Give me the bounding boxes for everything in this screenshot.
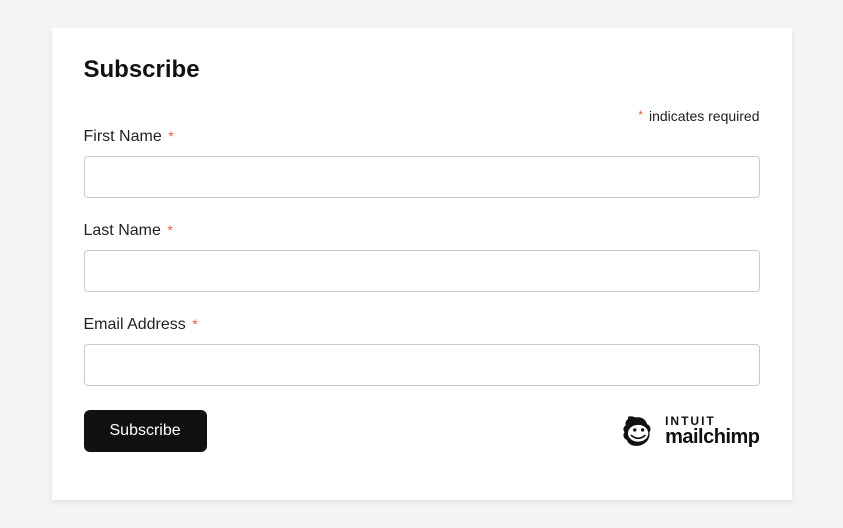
subscribe-button[interactable]: Subscribe bbox=[84, 410, 207, 452]
asterisk-icon: * bbox=[192, 316, 197, 332]
mailchimp-brand[interactable]: INTUIT mailchimp bbox=[619, 413, 759, 449]
brand-text: INTUIT mailchimp bbox=[665, 415, 759, 447]
subscribe-card: Subscribe * indicates required First Nam… bbox=[52, 28, 792, 500]
first-name-label-text: First Name bbox=[84, 128, 162, 145]
email-input[interactable] bbox=[84, 344, 760, 386]
page-title: Subscribe bbox=[84, 56, 760, 84]
first-name-group: First Name * bbox=[84, 128, 760, 198]
email-group: Email Address * bbox=[84, 316, 760, 386]
last-name-label-text: Last Name bbox=[84, 222, 161, 239]
asterisk-icon: * bbox=[167, 222, 172, 238]
brand-bottom-text: mailchimp bbox=[665, 427, 759, 447]
required-indicator-note: * indicates required bbox=[84, 108, 760, 124]
first-name-input[interactable] bbox=[84, 156, 760, 198]
mailchimp-monkey-icon bbox=[619, 413, 655, 449]
email-label-text: Email Address bbox=[84, 316, 186, 333]
last-name-group: Last Name * bbox=[84, 222, 760, 292]
last-name-label: Last Name * bbox=[84, 222, 173, 240]
email-label: Email Address * bbox=[84, 316, 198, 334]
required-note-text: indicates required bbox=[649, 108, 760, 124]
asterisk-icon: * bbox=[168, 128, 173, 144]
first-name-label: First Name * bbox=[84, 128, 174, 146]
asterisk-icon: * bbox=[638, 108, 643, 122]
last-name-input[interactable] bbox=[84, 250, 760, 292]
form-footer: Subscribe INTUIT mailchimp bbox=[84, 410, 760, 452]
